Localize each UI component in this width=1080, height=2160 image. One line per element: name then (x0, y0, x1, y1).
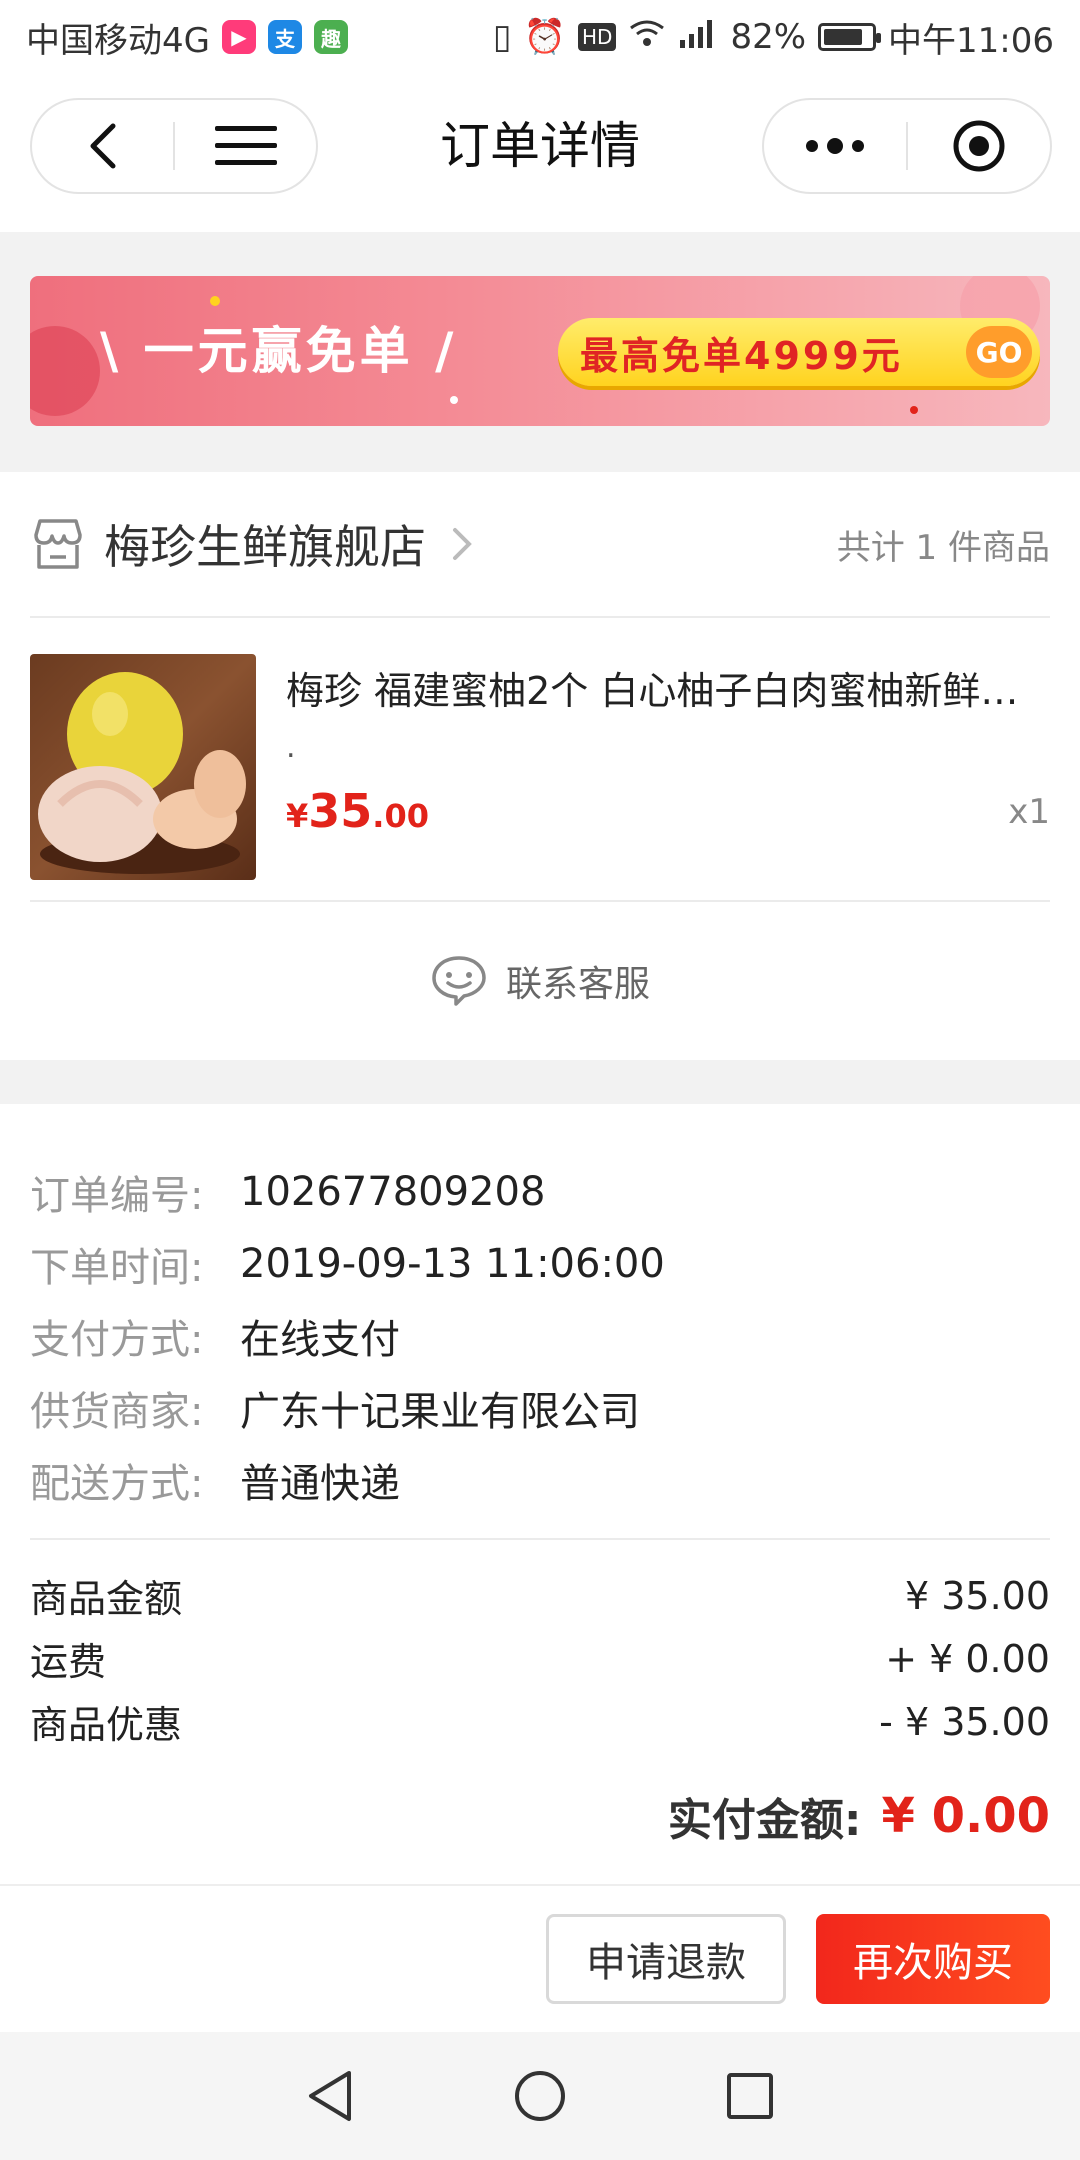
product-item[interactable]: 梅珍 福建蜜柚2个 白心柚子白肉蜜柚新鲜水果 . ¥35.00 x1 (30, 618, 1050, 902)
close-miniapp-button[interactable] (908, 100, 1050, 192)
back-button[interactable] (32, 100, 173, 192)
order-info-row: 配送方式: 普通快递 (30, 1444, 1050, 1516)
more-dots-icon (806, 138, 864, 154)
delivery-method-label: 配送方式: (30, 1461, 204, 1507)
video-app-icon: ▶ (221, 20, 256, 54)
store-icon (34, 519, 82, 569)
delivery-method-value: 普通快递 (240, 1461, 400, 1507)
shipping-value: + ¥ 0.00 (885, 1636, 1050, 1681)
order-number-label: 订单编号: (30, 1173, 204, 1219)
more-button[interactable] (764, 100, 906, 192)
goods-amount-label: 商品金额 (30, 1577, 183, 1621)
fee-row: 商品金额 ¥ 35.00 (30, 1564, 1050, 1627)
banner-cta-label: 最高免单4999元 (580, 333, 903, 378)
nav-back-button[interactable] (300, 2066, 360, 2126)
system-nav-bar (0, 2032, 1080, 2160)
order-info-card: 订单编号: 102677809208 下单时间: 2019-09-13 11:0… (0, 1104, 1080, 1884)
square-recents-icon (727, 2073, 773, 2119)
chat-bubble-icon (432, 956, 486, 1006)
order-info-row: 订单编号: 102677809208 (30, 1156, 1050, 1228)
hd-icon: HD (577, 23, 617, 51)
circle-home-icon (515, 2071, 565, 2121)
order-info-row: 支付方式: 在线支付 (30, 1300, 1050, 1372)
contact-service-button[interactable]: 联系客服 (0, 902, 1080, 1060)
refund-button[interactable]: 申请退款 (546, 1914, 786, 2004)
signal-icon (678, 17, 718, 57)
banner-section: \ 一元赢免单 / 最高免单4999元 GO (0, 232, 1080, 472)
alipay-icon: 支 (267, 20, 302, 54)
product-title: 梅珍 福建蜜柚2个 白心柚子白肉蜜柚新鲜水果 (286, 669, 1050, 713)
battery-percent: 82% (730, 17, 807, 57)
chevron-right-icon (453, 528, 472, 560)
banner-confetti (910, 406, 918, 414)
nav-recents-button[interactable] (720, 2066, 780, 2126)
clock: 中午11:06 (888, 20, 1054, 61)
order-info-row: 下单时间: 2019-09-13 11:06:00 (30, 1228, 1050, 1300)
banner-go-badge: GO (966, 326, 1032, 378)
order-time-label: 下单时间: (30, 1245, 204, 1291)
hamburger-icon (214, 126, 277, 165)
vibrate-icon: ▯ (492, 17, 512, 57)
carrier-label: 中国移动4G (26, 20, 210, 61)
product-subtitle: . (286, 730, 296, 765)
product-thumbnail (30, 654, 256, 880)
supplier-value: 广东十记果业有限公司 (240, 1389, 640, 1435)
store-header[interactable]: 梅珍生鲜旗舰店 共计 1 件商品 (30, 472, 1050, 618)
banner-headline: \ 一元赢免单 / (100, 322, 458, 380)
wifi-icon (628, 17, 666, 57)
nav-capsule-right (762, 98, 1052, 194)
order-info-row: 供货商家: 广东十记果业有限公司 (30, 1372, 1050, 1444)
item-count: 共计 1 件商品 (836, 527, 1050, 568)
payment-method-label: 支付方式: (30, 1317, 204, 1363)
target-icon (953, 120, 1005, 172)
fee-breakdown: 商品金额 ¥ 35.00 运费 + ¥ 0.00 商品优惠 - ¥ 35.00 (30, 1538, 1050, 1753)
fee-row: 运费 + ¥ 0.00 (30, 1627, 1050, 1690)
banner-cta-button[interactable]: 最高免单4999元 GO (558, 318, 1040, 386)
banner-flower-decoration (30, 326, 100, 416)
pomelo-image (38, 672, 246, 874)
product-price: ¥35.00 (286, 784, 429, 838)
nav-header: 订单详情 (0, 74, 1080, 232)
payment-method-value: 在线支付 (240, 1317, 400, 1363)
supplier-label: 供货商家: (30, 1389, 204, 1435)
goods-amount-value: ¥ 35.00 (904, 1573, 1050, 1618)
bottom-action-bar: 申请退款 再次购买 (0, 1884, 1080, 2032)
buy-again-button[interactable]: 再次购买 (816, 1914, 1050, 2004)
alarm-icon: ⏰ (523, 17, 566, 57)
chevron-left-icon (90, 123, 115, 169)
price-integer: 35 (308, 784, 373, 838)
total-paid-value: ¥ 0.00 (881, 1788, 1050, 1844)
nav-capsule-left (30, 98, 318, 194)
menu-button[interactable] (175, 100, 316, 192)
shipping-label: 运费 (30, 1640, 107, 1684)
product-quantity: x1 (1008, 792, 1050, 832)
triangle-back-icon (309, 2071, 351, 2121)
contact-service-label: 联系客服 (505, 964, 650, 1005)
order-info-list: 订单编号: 102677809208 下单时间: 2019-09-13 11:0… (30, 1156, 1050, 1516)
price-symbol: ¥ (286, 797, 309, 835)
discount-value: - ¥ 35.00 (879, 1699, 1050, 1744)
total-paid: 实付金额: ¥ 0.00 (668, 1784, 1050, 1848)
order-number-value: 102677809208 (240, 1169, 546, 1215)
fee-row: 商品优惠 - ¥ 35.00 (30, 1690, 1050, 1753)
total-paid-label: 实付金额: (667, 1795, 862, 1846)
store-card: 梅珍生鲜旗舰店 共计 1 件商品 梅珍 福建蜜柚2个 白心柚子白肉蜜柚新鲜水果 … (0, 472, 1080, 1060)
order-time-value: 2019-09-13 11:06:00 (240, 1241, 665, 1287)
app-icon: 趣 (313, 20, 348, 54)
status-bar: 中国移动4G ▶ 支 趣 ▯ ⏰ HD 82% 中午11:06 (0, 0, 1080, 74)
price-decimal: .00 (372, 797, 429, 835)
store-name: 梅珍生鲜旗舰店 (104, 520, 426, 574)
battery-icon (818, 23, 882, 51)
promo-banner[interactable]: \ 一元赢免单 / 最高免单4999元 GO (30, 276, 1050, 426)
nav-home-button[interactable] (510, 2066, 570, 2126)
discount-label: 商品优惠 (30, 1703, 183, 1747)
